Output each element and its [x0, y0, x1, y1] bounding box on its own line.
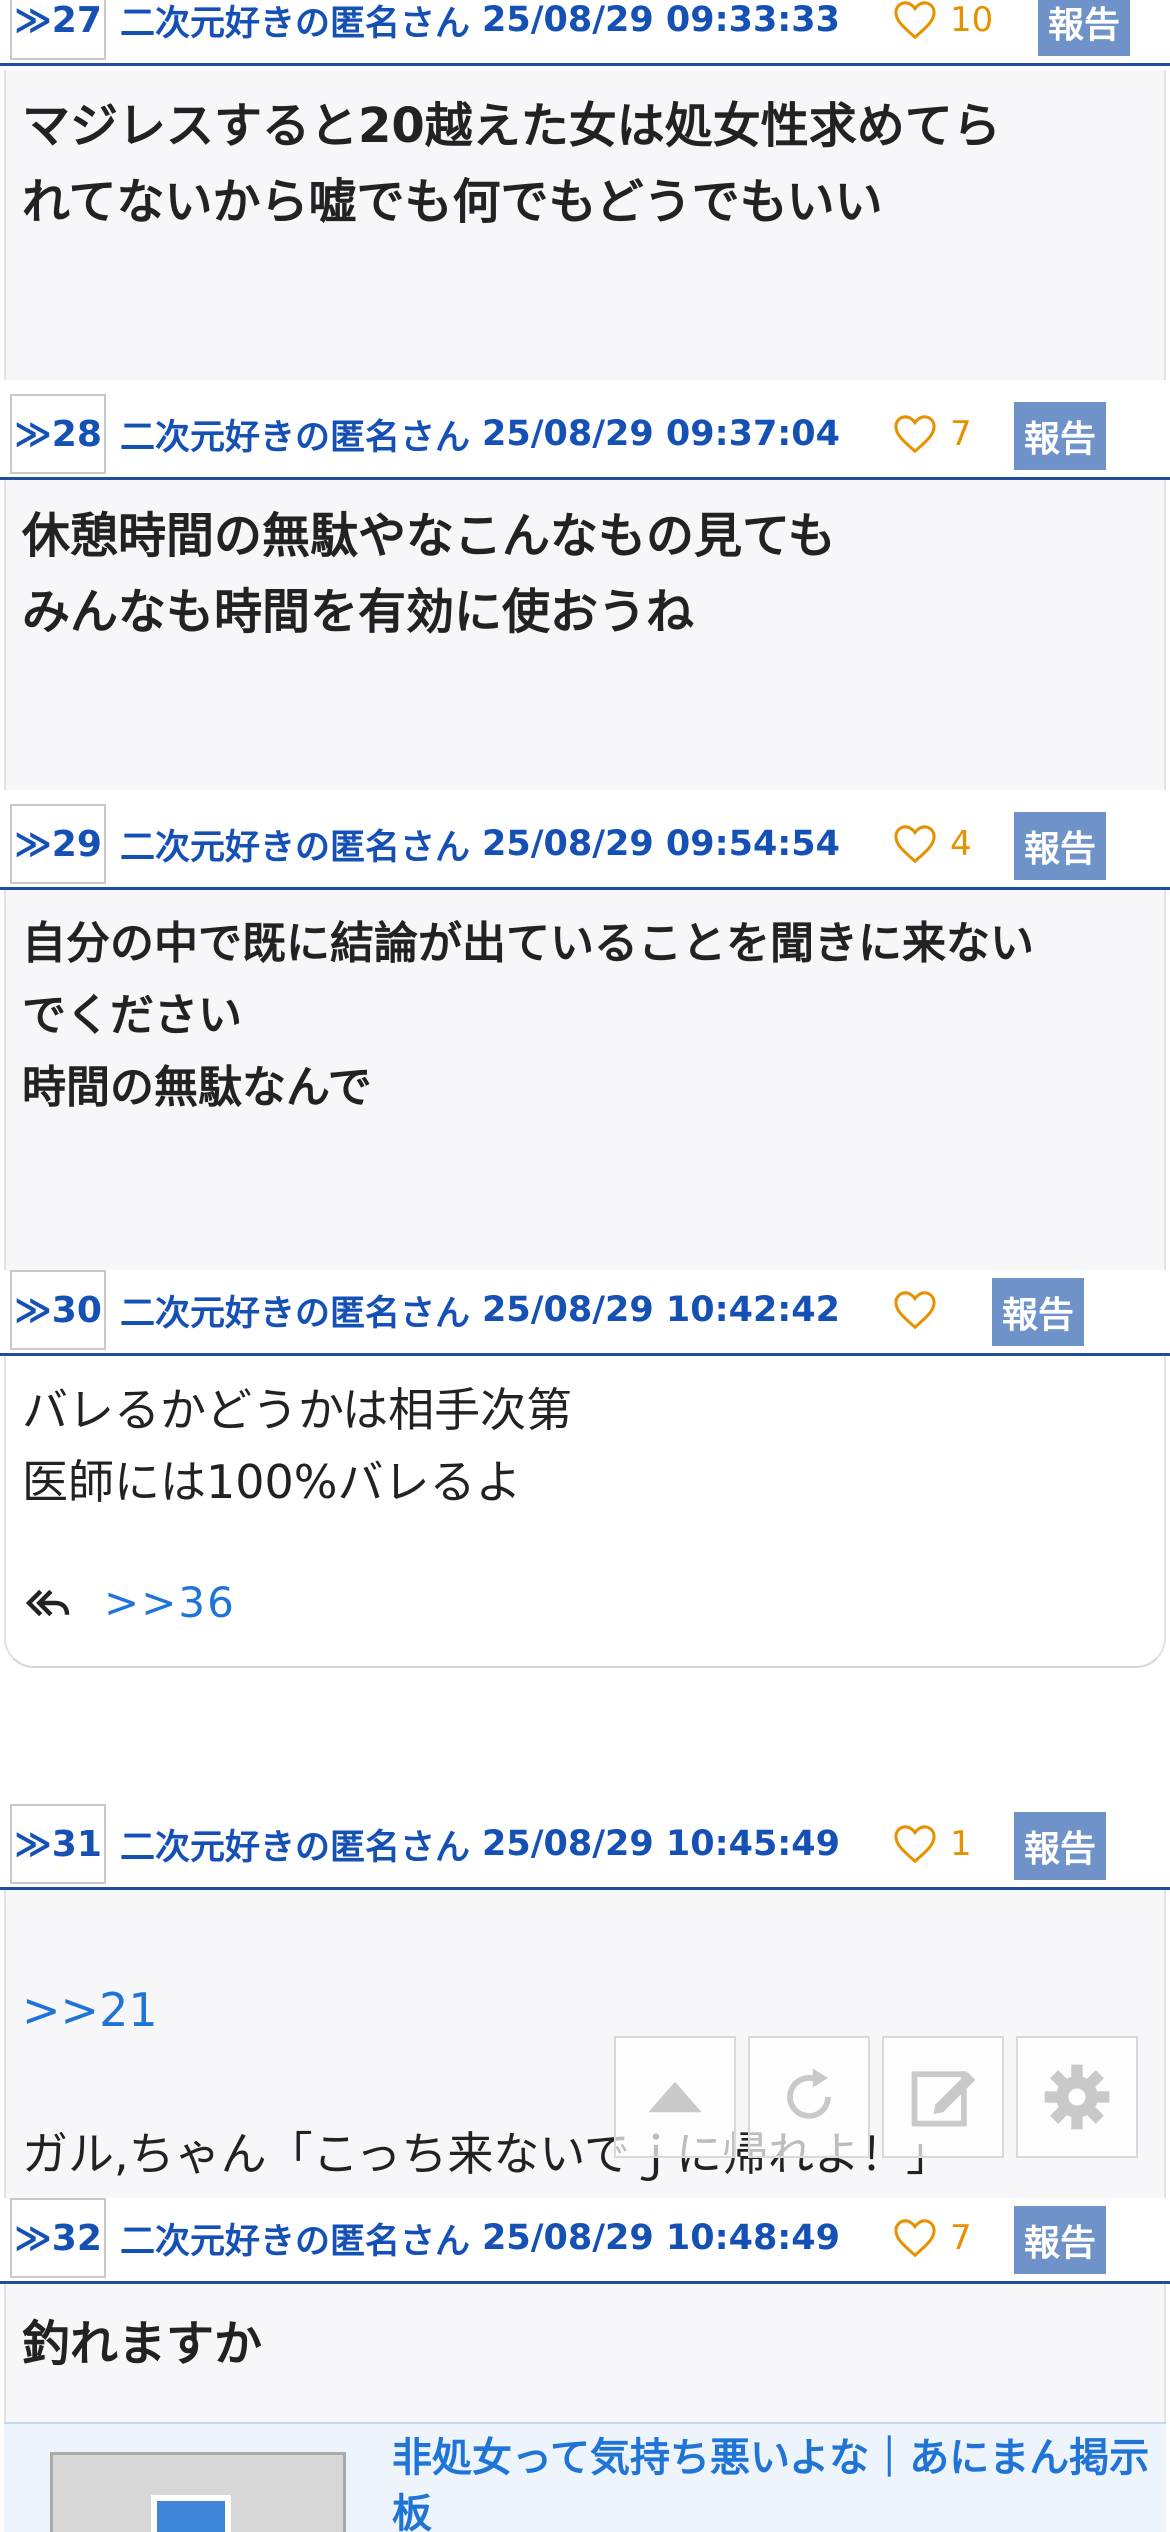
- post-meta: 二次元好きの匿名さん 25/08/29 09:33:33: [120, 0, 840, 60]
- post-meta: 二次元好きの匿名さん 25/08/29 09:37:04: [120, 394, 840, 474]
- reply-row[interactable]: >>36: [26, 1578, 236, 1627]
- like-count: 7: [950, 2218, 972, 2258]
- like-button[interactable]: 10: [892, 0, 993, 60]
- post-text: バレるかどうかは相手次第 医師には100%バレるよ: [22, 1383, 573, 1509]
- poster-name: 二次元好きの匿名さん: [120, 1827, 471, 1868]
- gear-icon: [1044, 2064, 1110, 2130]
- post-number-link[interactable]: ≫27: [10, 0, 106, 60]
- post-meta: 二次元好きの匿名さん 25/08/29 10:45:49: [120, 1804, 840, 1884]
- heart-icon: [894, 1291, 936, 1330]
- poster-name: 二次元好きの匿名さん: [120, 827, 471, 868]
- post-body-32: 釣れますか: [4, 2284, 1166, 2424]
- like-button[interactable]: 4: [892, 804, 972, 884]
- poster-name: 二次元好きの匿名さん: [120, 3, 471, 44]
- report-button[interactable]: 報告: [1014, 812, 1106, 880]
- thumbnail-screen-icon: [151, 2495, 231, 2532]
- post-number-link[interactable]: ≫28: [10, 394, 106, 474]
- link-title[interactable]: 非処女って気持ち悪いよな｜あにまん掲示板: [392, 2430, 1162, 2532]
- post-header-29: ≫29 二次元好きの匿名さん 25/08/29 09:54:54 4 報告: [0, 804, 1170, 890]
- link-thumbnail: [50, 2452, 346, 2532]
- edit-icon: [911, 2071, 976, 2127]
- poster-name: 二次元好きの匿名さん: [120, 2221, 471, 2262]
- post-text: マジレスすると20越えた女は処女性求めてら れてないから嘘でも何でもどうでもいい: [22, 98, 1001, 230]
- like-button[interactable]: [892, 1270, 950, 1350]
- like-button[interactable]: 7: [892, 394, 972, 474]
- divider: [0, 63, 1170, 66]
- heart-icon: [894, 2219, 936, 2258]
- post-number-link[interactable]: ≫30: [10, 1270, 106, 1350]
- post-body-28: 休憩時間の無駄やなこんなもの見ても みんなも時間を有効に使おうね: [4, 480, 1166, 790]
- post-number-link[interactable]: ≫29: [10, 804, 106, 884]
- report-button[interactable]: 報告: [1014, 2206, 1106, 2274]
- settings-button[interactable]: [1016, 2036, 1138, 2158]
- post-text: 休憩時間の無駄やなこんなもの見ても みんなも時間を有効に使おうね: [22, 508, 836, 640]
- heart-icon: [894, 1825, 936, 1864]
- heart-icon: [894, 825, 936, 864]
- reply-anchor-link[interactable]: >>36: [104, 1578, 236, 1627]
- post-header-30: ≫30 二次元好きの匿名さん 25/08/29 10:42:42 報告: [0, 1270, 1170, 1356]
- poster-name: 二次元好きの匿名さん: [120, 1293, 471, 1334]
- like-button[interactable]: 1: [892, 1804, 972, 1884]
- post-meta: 二次元好きの匿名さん 25/08/29 10:42:42: [120, 1270, 840, 1350]
- post-header-32: ≫32 二次元好きの匿名さん 25/08/29 10:48:49 7 報告: [0, 2198, 1170, 2284]
- post-text: 自分の中で既に結論が出ていることを聞きに来ない でください 時間の無駄なんで: [22, 918, 1034, 1113]
- scroll-top-button[interactable]: [614, 2036, 736, 2158]
- post-date: 25/08/29 10:45:49: [482, 1824, 840, 1864]
- post-number-link[interactable]: ≫31: [10, 1804, 106, 1884]
- like-count: 1: [950, 1824, 972, 1864]
- post-header-27: ≫27 二次元好きの匿名さん 25/08/29 09:33:33 10 報告: [0, 0, 1170, 66]
- arrow-up-icon: [648, 2081, 702, 2113]
- post-date: 25/08/29 09:33:33: [482, 0, 840, 40]
- post-body-29: 自分の中で既に結論が出ていることを聞きに来ない でください 時間の無駄なんで: [4, 890, 1166, 1270]
- post-body-30: バレるかどうかは相手次第 医師には100%バレるよ >>36: [4, 1356, 1166, 1668]
- post-meta: 二次元好きの匿名さん 25/08/29 09:54:54: [120, 804, 840, 884]
- post-body-27: マジレスすると20越えた女は処女性求めてら れてないから嘘でも何でもどうでもいい: [4, 70, 1166, 380]
- post-text: 釣れますか: [22, 2316, 263, 2372]
- post-date: 25/08/29 10:42:42: [482, 1290, 840, 1330]
- report-button[interactable]: 報告: [1038, 0, 1130, 56]
- post-date: 25/08/29 09:37:04: [482, 414, 840, 454]
- poster-name: 二次元好きの匿名さん: [120, 417, 471, 458]
- heart-icon: [894, 1, 936, 40]
- like-count: 7: [950, 414, 972, 454]
- compose-button[interactable]: [882, 2036, 1004, 2158]
- post-date: 25/08/29 09:54:54: [482, 824, 840, 864]
- like-button[interactable]: 7: [892, 2198, 972, 2278]
- reply-all-icon: [26, 1589, 70, 1616]
- reload-button[interactable]: [748, 2036, 870, 2158]
- post-number-link[interactable]: ≫32: [10, 2198, 106, 2278]
- heart-icon: [894, 415, 936, 454]
- report-button[interactable]: 報告: [1014, 402, 1106, 470]
- report-button[interactable]: 報告: [992, 1278, 1084, 1346]
- link-preview-card[interactable]: 非処女って気持ち悪いよな｜あにまん掲示板: [4, 2422, 1166, 2532]
- reload-icon: [787, 2068, 831, 2119]
- floating-toolbar: [614, 2036, 1150, 2158]
- post-meta: 二次元好きの匿名さん 25/08/29 10:48:49: [120, 2198, 840, 2278]
- post-header-28: ≫28 二次元好きの匿名さん 25/08/29 09:37:04 7 報告: [0, 394, 1170, 480]
- like-count: 4: [950, 824, 972, 864]
- report-button[interactable]: 報告: [1014, 1812, 1106, 1880]
- post-date: 25/08/29 10:48:49: [482, 2218, 840, 2258]
- like-count: 10: [950, 0, 994, 40]
- post-header-31: ≫31 二次元好きの匿名さん 25/08/29 10:45:49 1 報告: [0, 1804, 1170, 1890]
